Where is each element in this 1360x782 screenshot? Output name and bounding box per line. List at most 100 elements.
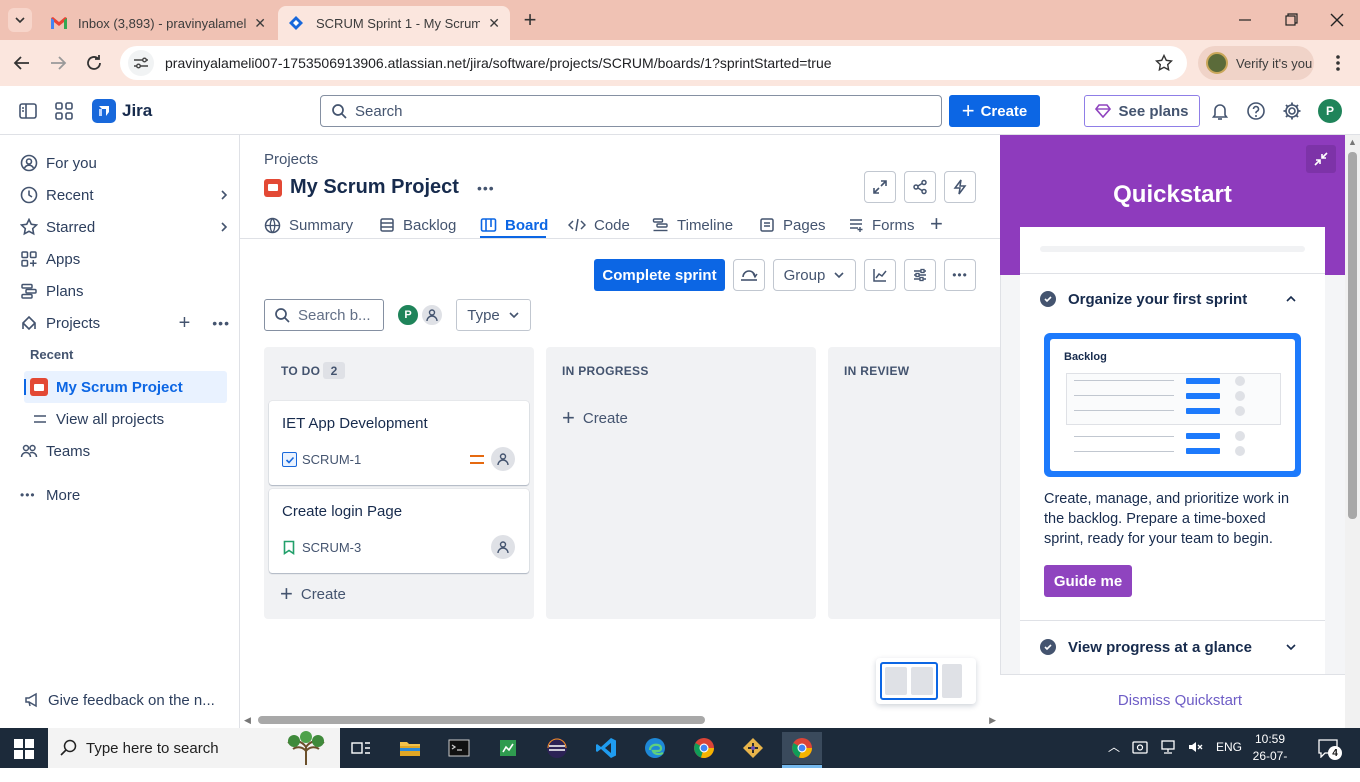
minimize-window-icon[interactable] bbox=[1236, 12, 1254, 28]
clock[interactable]: 10:59 26-07-2025 bbox=[1240, 731, 1300, 782]
file-explorer-icon[interactable] bbox=[390, 732, 430, 764]
sidebar-item-more[interactable]: ••• More bbox=[20, 479, 230, 511]
show-hidden-icons-icon[interactable]: ︿ bbox=[1108, 738, 1120, 755]
sidebar-item-for-you[interactable]: For you bbox=[20, 147, 230, 179]
dismiss-quickstart-link[interactable]: Dismiss Quickstart bbox=[1000, 692, 1360, 709]
board-search-input[interactable]: Search b... bbox=[264, 299, 384, 331]
close-tab-icon[interactable]: ✕ bbox=[254, 15, 266, 32]
windows-start-icon[interactable] bbox=[14, 739, 34, 759]
sidebar-item-apps[interactable]: Apps bbox=[20, 243, 230, 275]
automation-button[interactable] bbox=[944, 171, 976, 203]
insights-button[interactable] bbox=[864, 259, 896, 291]
issue-card[interactable]: IET App Development SCRUM-1 bbox=[269, 401, 529, 485]
verify-profile-button[interactable]: Verify it's you bbox=[1198, 46, 1314, 80]
task-view-icon[interactable] bbox=[341, 732, 381, 764]
edge-icon[interactable] bbox=[635, 732, 675, 764]
sidebar-item-view-all-projects[interactable]: View all projects bbox=[32, 403, 242, 435]
user-avatar[interactable]: P bbox=[1318, 99, 1342, 123]
assignee-avatar-filter[interactable]: P bbox=[396, 303, 420, 327]
sidebar-item-my-scrum-project[interactable]: My Scrum Project bbox=[24, 371, 227, 403]
reload-icon[interactable] bbox=[84, 53, 104, 73]
collapse-quickstart-icon[interactable] bbox=[1306, 145, 1336, 173]
close-window-icon[interactable] bbox=[1328, 12, 1346, 28]
chrome-icon[interactable] bbox=[684, 732, 724, 764]
inprogress-create-button[interactable]: + Create bbox=[562, 407, 628, 429]
add-tab-button[interactable]: + bbox=[930, 211, 943, 237]
board-more-button[interactable]: ••• bbox=[944, 259, 976, 291]
tab-search-button[interactable] bbox=[8, 8, 32, 32]
global-search-input[interactable]: Search bbox=[320, 95, 942, 127]
forward-icon[interactable] bbox=[48, 53, 68, 73]
tab-backlog[interactable]: Backlog bbox=[379, 213, 456, 237]
bookmark-star-icon[interactable] bbox=[1155, 54, 1173, 72]
assignee-avatar-icon[interactable] bbox=[491, 447, 515, 471]
guide-me-button[interactable]: Guide me bbox=[1044, 565, 1132, 597]
sidebar-item-projects[interactable]: Projects + ••• bbox=[20, 307, 230, 339]
help-icon[interactable] bbox=[1246, 101, 1266, 121]
app-switcher-icon[interactable] bbox=[54, 101, 74, 121]
browser-menu-icon[interactable] bbox=[1330, 54, 1346, 72]
sidebar-item-teams[interactable]: Teams bbox=[20, 435, 230, 467]
see-plans-button[interactable]: See plans bbox=[1084, 95, 1200, 127]
sidebar-item-plans[interactable]: Plans bbox=[20, 275, 230, 307]
meet-now-icon[interactable] bbox=[1132, 739, 1148, 755]
browser-tab-gmail[interactable]: Inbox (3,893) - pravinyalameli0 ✕ bbox=[40, 6, 276, 40]
sprint-refresh-button[interactable] bbox=[733, 259, 765, 291]
project-actions-icon[interactable]: ••• bbox=[477, 180, 495, 196]
settings-gear-icon[interactable] bbox=[1282, 101, 1302, 121]
assignee-avatar-icon[interactable] bbox=[491, 535, 515, 559]
tab-board[interactable]: Board bbox=[480, 213, 548, 237]
scroll-right-arrow[interactable]: ▶ bbox=[989, 715, 996, 726]
browser-tab-jira[interactable]: SCRUM Sprint 1 - My Scrum Pr ✕ bbox=[278, 6, 510, 40]
chrome-active-icon[interactable] bbox=[782, 732, 822, 764]
breadcrumb-projects[interactable]: Projects bbox=[264, 151, 318, 168]
close-tab-icon[interactable]: ✕ bbox=[488, 15, 500, 32]
address-bar[interactable]: pravinyalameli007-1753506913906.atlassia… bbox=[120, 46, 1187, 80]
site-info-icon[interactable] bbox=[128, 50, 154, 76]
sidebar-item-starred[interactable]: Starred bbox=[20, 211, 230, 243]
scroll-left-arrow[interactable]: ◀ bbox=[244, 715, 251, 726]
spreadsheet-app-icon[interactable] bbox=[488, 732, 528, 764]
todo-create-button[interactable]: + Create bbox=[280, 583, 346, 605]
section-organize-sprint[interactable]: Organize your first sprint bbox=[1040, 286, 1305, 312]
git-tool-icon[interactable] bbox=[733, 732, 773, 764]
jira-logo[interactable]: Jira bbox=[92, 99, 152, 123]
section-view-progress[interactable]: View progress at a glance bbox=[1040, 634, 1305, 660]
share-button[interactable] bbox=[904, 171, 936, 203]
group-dropdown[interactable]: Group bbox=[773, 259, 856, 291]
create-button[interactable]: + Create bbox=[949, 95, 1040, 127]
add-project-icon[interactable]: + bbox=[179, 312, 191, 335]
language-indicator[interactable]: ENG bbox=[1216, 740, 1242, 754]
scroll-up-arrow[interactable]: ▲ bbox=[1348, 137, 1357, 147]
back-icon[interactable] bbox=[12, 53, 32, 73]
vertical-scrollbar[interactable]: ▲ bbox=[1345, 135, 1360, 728]
more-options-icon[interactable]: ••• bbox=[212, 315, 230, 331]
give-feedback-link[interactable]: Give feedback on the n... bbox=[24, 684, 234, 716]
issue-card[interactable]: Create login Page SCRUM-3 bbox=[269, 489, 529, 573]
horizontal-scrollbar[interactable]: ◀ ▶ bbox=[240, 712, 1000, 728]
tab-forms[interactable]: Forms bbox=[848, 213, 915, 237]
tab-summary[interactable]: Summary bbox=[264, 213, 353, 237]
board-minimap[interactable] bbox=[876, 658, 976, 704]
type-filter-dropdown[interactable]: Type bbox=[456, 299, 531, 331]
vscode-icon[interactable] bbox=[586, 732, 626, 764]
sidebar-item-recent[interactable]: Recent bbox=[20, 179, 230, 211]
network-icon[interactable] bbox=[1160, 739, 1176, 755]
view-settings-button[interactable] bbox=[904, 259, 936, 291]
complete-sprint-button[interactable]: Complete sprint bbox=[594, 259, 725, 291]
unassigned-avatar-filter[interactable] bbox=[420, 303, 444, 327]
taskbar-search-input[interactable]: Type here to search bbox=[48, 728, 340, 768]
tab-pages[interactable]: Pages bbox=[759, 213, 826, 237]
notification-center-icon[interactable]: 4 bbox=[1318, 738, 1342, 760]
eclipse-icon[interactable] bbox=[537, 732, 577, 764]
notifications-bell-icon[interactable] bbox=[1210, 101, 1230, 121]
volume-muted-icon[interactable] bbox=[1188, 739, 1204, 755]
sidebar-toggle-icon[interactable] bbox=[18, 101, 38, 121]
tab-code[interactable]: Code bbox=[568, 213, 630, 237]
scroll-thumb[interactable] bbox=[258, 716, 705, 724]
restore-window-icon[interactable] bbox=[1282, 12, 1300, 28]
terminal-icon[interactable] bbox=[439, 732, 479, 764]
tab-timeline[interactable]: Timeline bbox=[652, 213, 733, 237]
scroll-thumb[interactable] bbox=[1348, 152, 1357, 519]
new-tab-button[interactable]: + bbox=[518, 7, 542, 32]
